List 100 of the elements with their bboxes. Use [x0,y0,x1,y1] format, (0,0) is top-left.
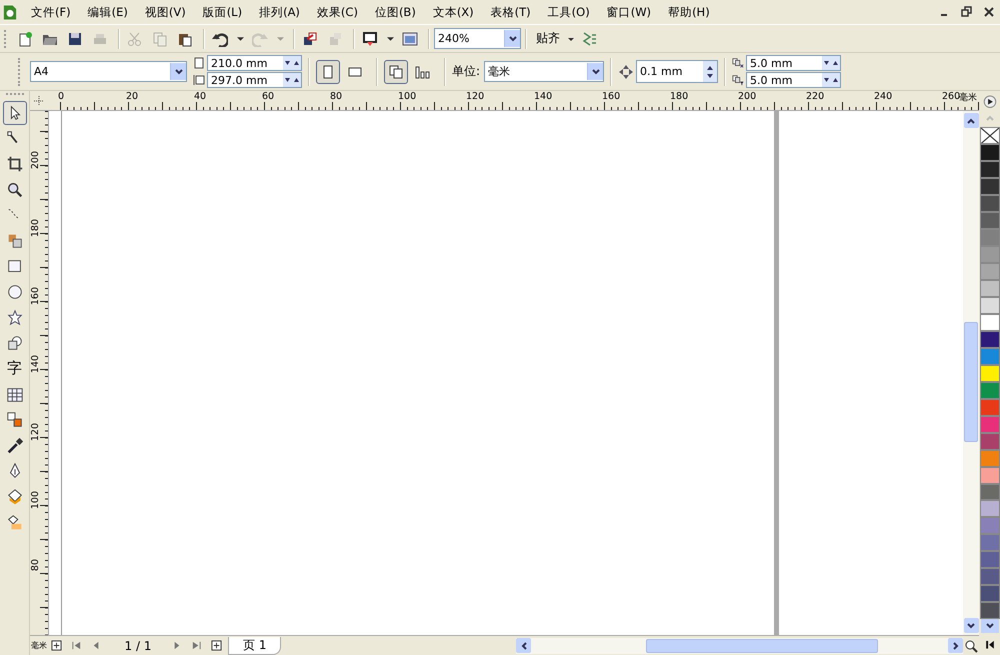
menu-item[interactable]: 编辑(E) [88,4,128,20]
color-swatch[interactable] [980,229,1000,246]
ruler-label: 20 [126,91,138,102]
duplicate-y-field[interactable]: 5.0 mm [746,72,842,88]
menu-item[interactable]: 视图(V) [144,4,186,20]
crop-icon [6,155,24,174]
no-color-swatch[interactable] [980,126,1000,144]
color-swatch[interactable] [980,398,1000,416]
paper-size-dropdown[interactable]: A4 [30,61,187,82]
ruler-label: 180 [31,219,41,238]
table-icon [6,386,24,404]
scroll-down-button[interactable] [964,618,978,633]
menu-item[interactable]: 位图(B) [374,4,416,20]
menu-item[interactable]: 帮助(H) [668,4,710,20]
pointer-tool[interactable] [2,101,26,125]
ruler-label: 200 [31,151,41,170]
color-swatch[interactable] [980,161,1000,178]
zoom-icon[interactable] [964,638,978,652]
scroll-up-button[interactable] [964,113,978,128]
nudge-distance-field[interactable]: 0.1 mm [636,60,718,83]
color-swatch[interactable] [980,432,1000,450]
color-swatch[interactable] [980,348,1000,365]
color-swatch[interactable] [980,246,1000,264]
color-swatch[interactable] [980,517,1000,534]
save-icon [67,30,83,46]
text-tool[interactable]: 字 [2,356,26,381]
color-swatch[interactable] [980,466,1000,484]
menu-item[interactable]: 文件(F) [31,4,71,20]
eyedropper-icon [6,436,24,455]
skip-back-icon[interactable] [984,638,996,650]
color-swatch[interactable] [980,280,1000,298]
ruler-label: 140 [31,355,41,374]
menu-item[interactable]: 窗口(W) [606,4,652,20]
page-height-field[interactable]: 297.0 mm [207,72,302,88]
color-swatch[interactable] [980,144,1000,162]
color-swatch[interactable] [980,263,1000,280]
vertical-scrollbar[interactable] [963,111,979,635]
ruler-label: 240 [874,91,892,102]
zoom-icon [6,180,24,199]
color-swatch[interactable] [980,212,1000,230]
page-width-field[interactable]: 210.0 mm [207,55,302,71]
scissors-icon [127,30,143,46]
color-swatch[interactable] [980,585,1000,602]
crosshair-icon [33,94,45,106]
scrollbar-thumb[interactable] [964,322,978,442]
ruler-unit-label: 毫米 [30,642,48,650]
menu-item[interactable]: 效果(C) [316,4,358,20]
copy-icon [152,30,168,46]
color-swatch[interactable] [980,330,1000,348]
add-page-icon [50,640,62,651]
color-swatch[interactable] [980,314,1000,331]
chevron-down-icon [966,620,976,630]
scrollbar-thumb[interactable] [646,638,878,652]
menu-item[interactable]: 版面(L) [202,4,242,20]
menu-item[interactable]: 工具(O) [548,4,590,20]
color-swatch[interactable] [980,500,1000,518]
color-swatch[interactable] [980,195,1000,212]
ruler-unit-label: 毫米 [959,91,977,104]
color-swatch[interactable] [980,484,1000,500]
ruler-label: 120 [31,423,41,442]
color-swatch[interactable] [980,178,1000,196]
ruler-label: 120 [466,91,484,102]
menu-item[interactable]: 表格(T) [490,4,531,20]
units-dropdown[interactable]: 毫米 [484,61,604,82]
move-arrows-icon [618,64,634,80]
color-swatch[interactable] [980,534,1000,552]
ruler-label: 220 [806,91,824,102]
portrait-button[interactable] [316,60,340,84]
undo-icon [212,30,228,46]
color-swatch[interactable] [980,450,1000,467]
paint-bucket-icon [6,488,24,506]
color-swatch[interactable] [980,416,1000,433]
snap-dropdown-button[interactable]: 贴齐 [535,28,561,50]
close-icon[interactable] [983,6,995,18]
zoom-level-dropdown[interactable]: 240% [434,28,521,49]
scroll-left-button[interactable] [516,638,531,653]
color-swatch[interactable] [980,297,1000,314]
snap-options-icon[interactable] [581,30,597,46]
color-swatch[interactable] [980,568,1000,586]
color-swatch[interactable] [980,602,1000,620]
palette-scroll-down-button[interactable] [980,619,998,633]
app-logo-icon [3,4,17,20]
all-pages-button[interactable] [384,60,408,84]
spinner-arrows-icon [822,59,840,67]
restore-icon[interactable] [961,6,973,18]
horizontal-scrollbar[interactable] [516,638,963,654]
menu-item[interactable]: 排列(A) [259,4,300,20]
scroll-right-button[interactable] [948,638,963,653]
page-height-icon [193,74,205,86]
caret-icon [236,36,244,40]
color-swatch[interactable] [980,382,1000,399]
ruler-label: 100 [31,491,41,510]
units-label: 单位: [452,63,480,80]
page-tab[interactable]: 页 1 [228,636,282,654]
color-swatch[interactable] [980,364,1000,382]
duplicate-x-field[interactable]: 5.0 mm [746,55,842,71]
menu-item[interactable]: 文本(X) [432,4,474,20]
cross-icon [980,128,998,144]
ruler-label: 60 [262,91,274,102]
color-swatch[interactable] [980,551,1000,568]
